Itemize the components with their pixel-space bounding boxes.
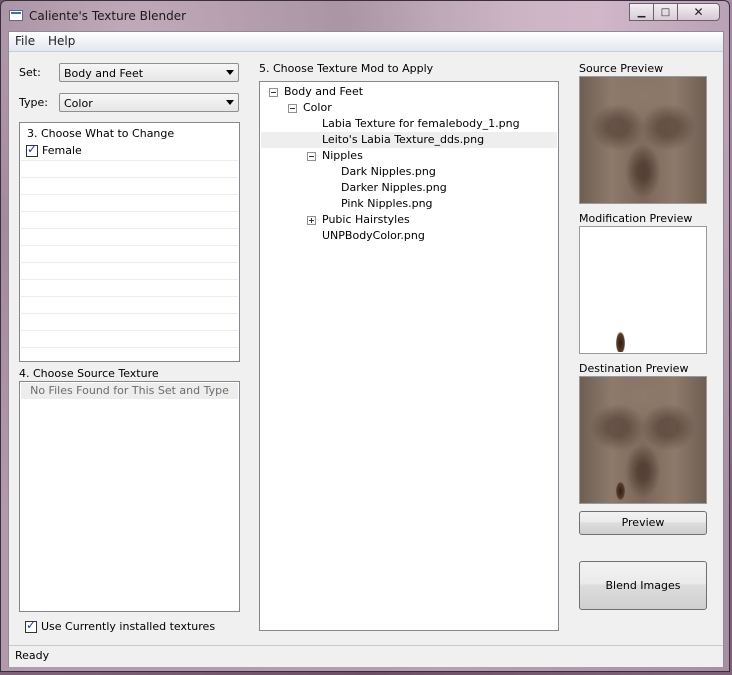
row-divider [21, 296, 238, 297]
type-value: Color [64, 97, 93, 110]
client-area: File Help Set: Body and Feet Type: Color… [8, 31, 724, 667]
tree-node-label: Labia Texture for femalebody_1.png [322, 117, 520, 130]
tree-node-label: Pink Nipples.png [341, 197, 433, 210]
tree-node-label: Darker Nipples.png [341, 181, 447, 194]
tree-node-pink-nipples[interactable]: Pink Nipples.png [261, 196, 557, 212]
row-divider [21, 194, 238, 195]
row-divider [21, 313, 238, 314]
row-divider [21, 160, 238, 161]
expand-icon[interactable] [307, 216, 316, 225]
minimize-button[interactable]: ▁ [629, 3, 654, 21]
tree-node-dark-nipples[interactable]: Dark Nipples.png [261, 164, 557, 180]
minimize-icon: ▁ [637, 6, 646, 18]
female-checkbox[interactable] [26, 142, 38, 157]
maximize-button[interactable]: □ [653, 3, 678, 21]
collapse-icon[interactable] [288, 104, 297, 113]
caption-buttons: ▁ □ ✕ [629, 3, 720, 21]
mod-tree-title: 5. Choose Texture Mod to Apply [259, 62, 434, 75]
collapse-icon[interactable] [269, 88, 278, 97]
change-list-title: 3. Choose What to Change [27, 127, 175, 140]
tree-node-label: UNPBodyColor.png [322, 229, 425, 242]
set-dropdown[interactable]: Body and Feet [59, 63, 239, 82]
row-divider [21, 262, 238, 263]
modification-preview-image [579, 226, 707, 354]
status-bar: Ready [9, 645, 723, 667]
chevron-down-icon [226, 100, 234, 105]
modification-preview-label: Modification Preview [579, 212, 693, 225]
tree-node-leito-labia-texture[interactable]: Leito's Labia Texture_dds.png [261, 132, 557, 148]
maximize-icon: □ [660, 6, 671, 18]
tree-node-darker-nipples[interactable]: Darker Nipples.png [261, 180, 557, 196]
change-list-panel: 3. Choose What to Change Female [19, 122, 240, 362]
row-divider [21, 245, 238, 246]
tree-node-labia-texture[interactable]: Labia Texture for femalebody_1.png [261, 116, 557, 132]
tree-node-body-and-feet[interactable]: Body and Feet [261, 84, 557, 100]
window-title: Caliente's Texture Blender [29, 9, 187, 23]
destination-preview-image [579, 376, 707, 504]
source-preview-image [579, 76, 707, 204]
status-text: Ready [15, 649, 50, 662]
tree-node-color[interactable]: Color [261, 100, 557, 116]
tree-node-label: Pubic Hairstyles [322, 213, 410, 226]
blend-images-button[interactable]: Blend Images [579, 561, 707, 610]
type-dropdown[interactable]: Color [59, 93, 239, 112]
destination-preview-label: Destination Preview [579, 362, 689, 375]
row-divider [21, 347, 238, 348]
source-texture-empty-message: No Files Found for This Set and Type [21, 383, 238, 399]
tree-node-label: Body and Feet [284, 85, 364, 98]
row-divider [21, 279, 238, 280]
type-label: Type: [19, 96, 48, 109]
mod-tree-panel[interactable]: Body and Feet Color Labia Texture for fe… [259, 81, 559, 631]
row-divider [21, 211, 238, 212]
source-texture-title: 4. Choose Source Texture [19, 367, 159, 380]
app-window-icon [9, 10, 23, 21]
chevron-down-icon [226, 70, 234, 75]
row-divider [21, 177, 238, 178]
collapse-icon[interactable] [307, 152, 316, 161]
row-divider [21, 228, 238, 229]
tree-node-label: Dark Nipples.png [341, 165, 436, 178]
menu-bar: File Help [9, 32, 723, 52]
use-installed-checkbox[interactable] [25, 618, 37, 633]
row-divider [21, 330, 238, 331]
source-preview-label: Source Preview [579, 62, 664, 75]
use-installed-label: Use Currently installed textures [41, 620, 216, 633]
change-item-female[interactable]: Female [26, 142, 82, 157]
menu-help[interactable]: Help [48, 34, 75, 48]
set-value: Body and Feet [64, 67, 144, 80]
texture-patch [616, 482, 625, 500]
texture-patch [616, 332, 625, 352]
close-button[interactable]: ✕ [677, 3, 720, 21]
set-label: Set: [19, 66, 41, 79]
menu-file[interactable]: File [15, 34, 35, 48]
title-bar[interactable]: Caliente's Texture Blender ▁ □ ✕ [1, 1, 729, 31]
source-texture-list[interactable]: No Files Found for This Set and Type [19, 381, 240, 612]
tree-node-unp-body-color[interactable]: UNPBodyColor.png [261, 228, 557, 244]
close-icon: ✕ [693, 5, 704, 19]
app-window: Caliente's Texture Blender ▁ □ ✕ File He… [0, 0, 730, 672]
tree-node-label: Color [303, 101, 332, 114]
use-installed-option[interactable]: Use Currently installed textures [25, 618, 216, 633]
female-label: Female [42, 144, 82, 157]
tree-node-label: Leito's Labia Texture_dds.png [322, 133, 485, 146]
tree-node-pubic-hairstyles[interactable]: Pubic Hairstyles [261, 212, 557, 228]
tree-node-nipples[interactable]: Nipples [261, 148, 557, 164]
preview-button[interactable]: Preview [579, 511, 707, 535]
tree-node-label: Nipples [322, 149, 363, 162]
